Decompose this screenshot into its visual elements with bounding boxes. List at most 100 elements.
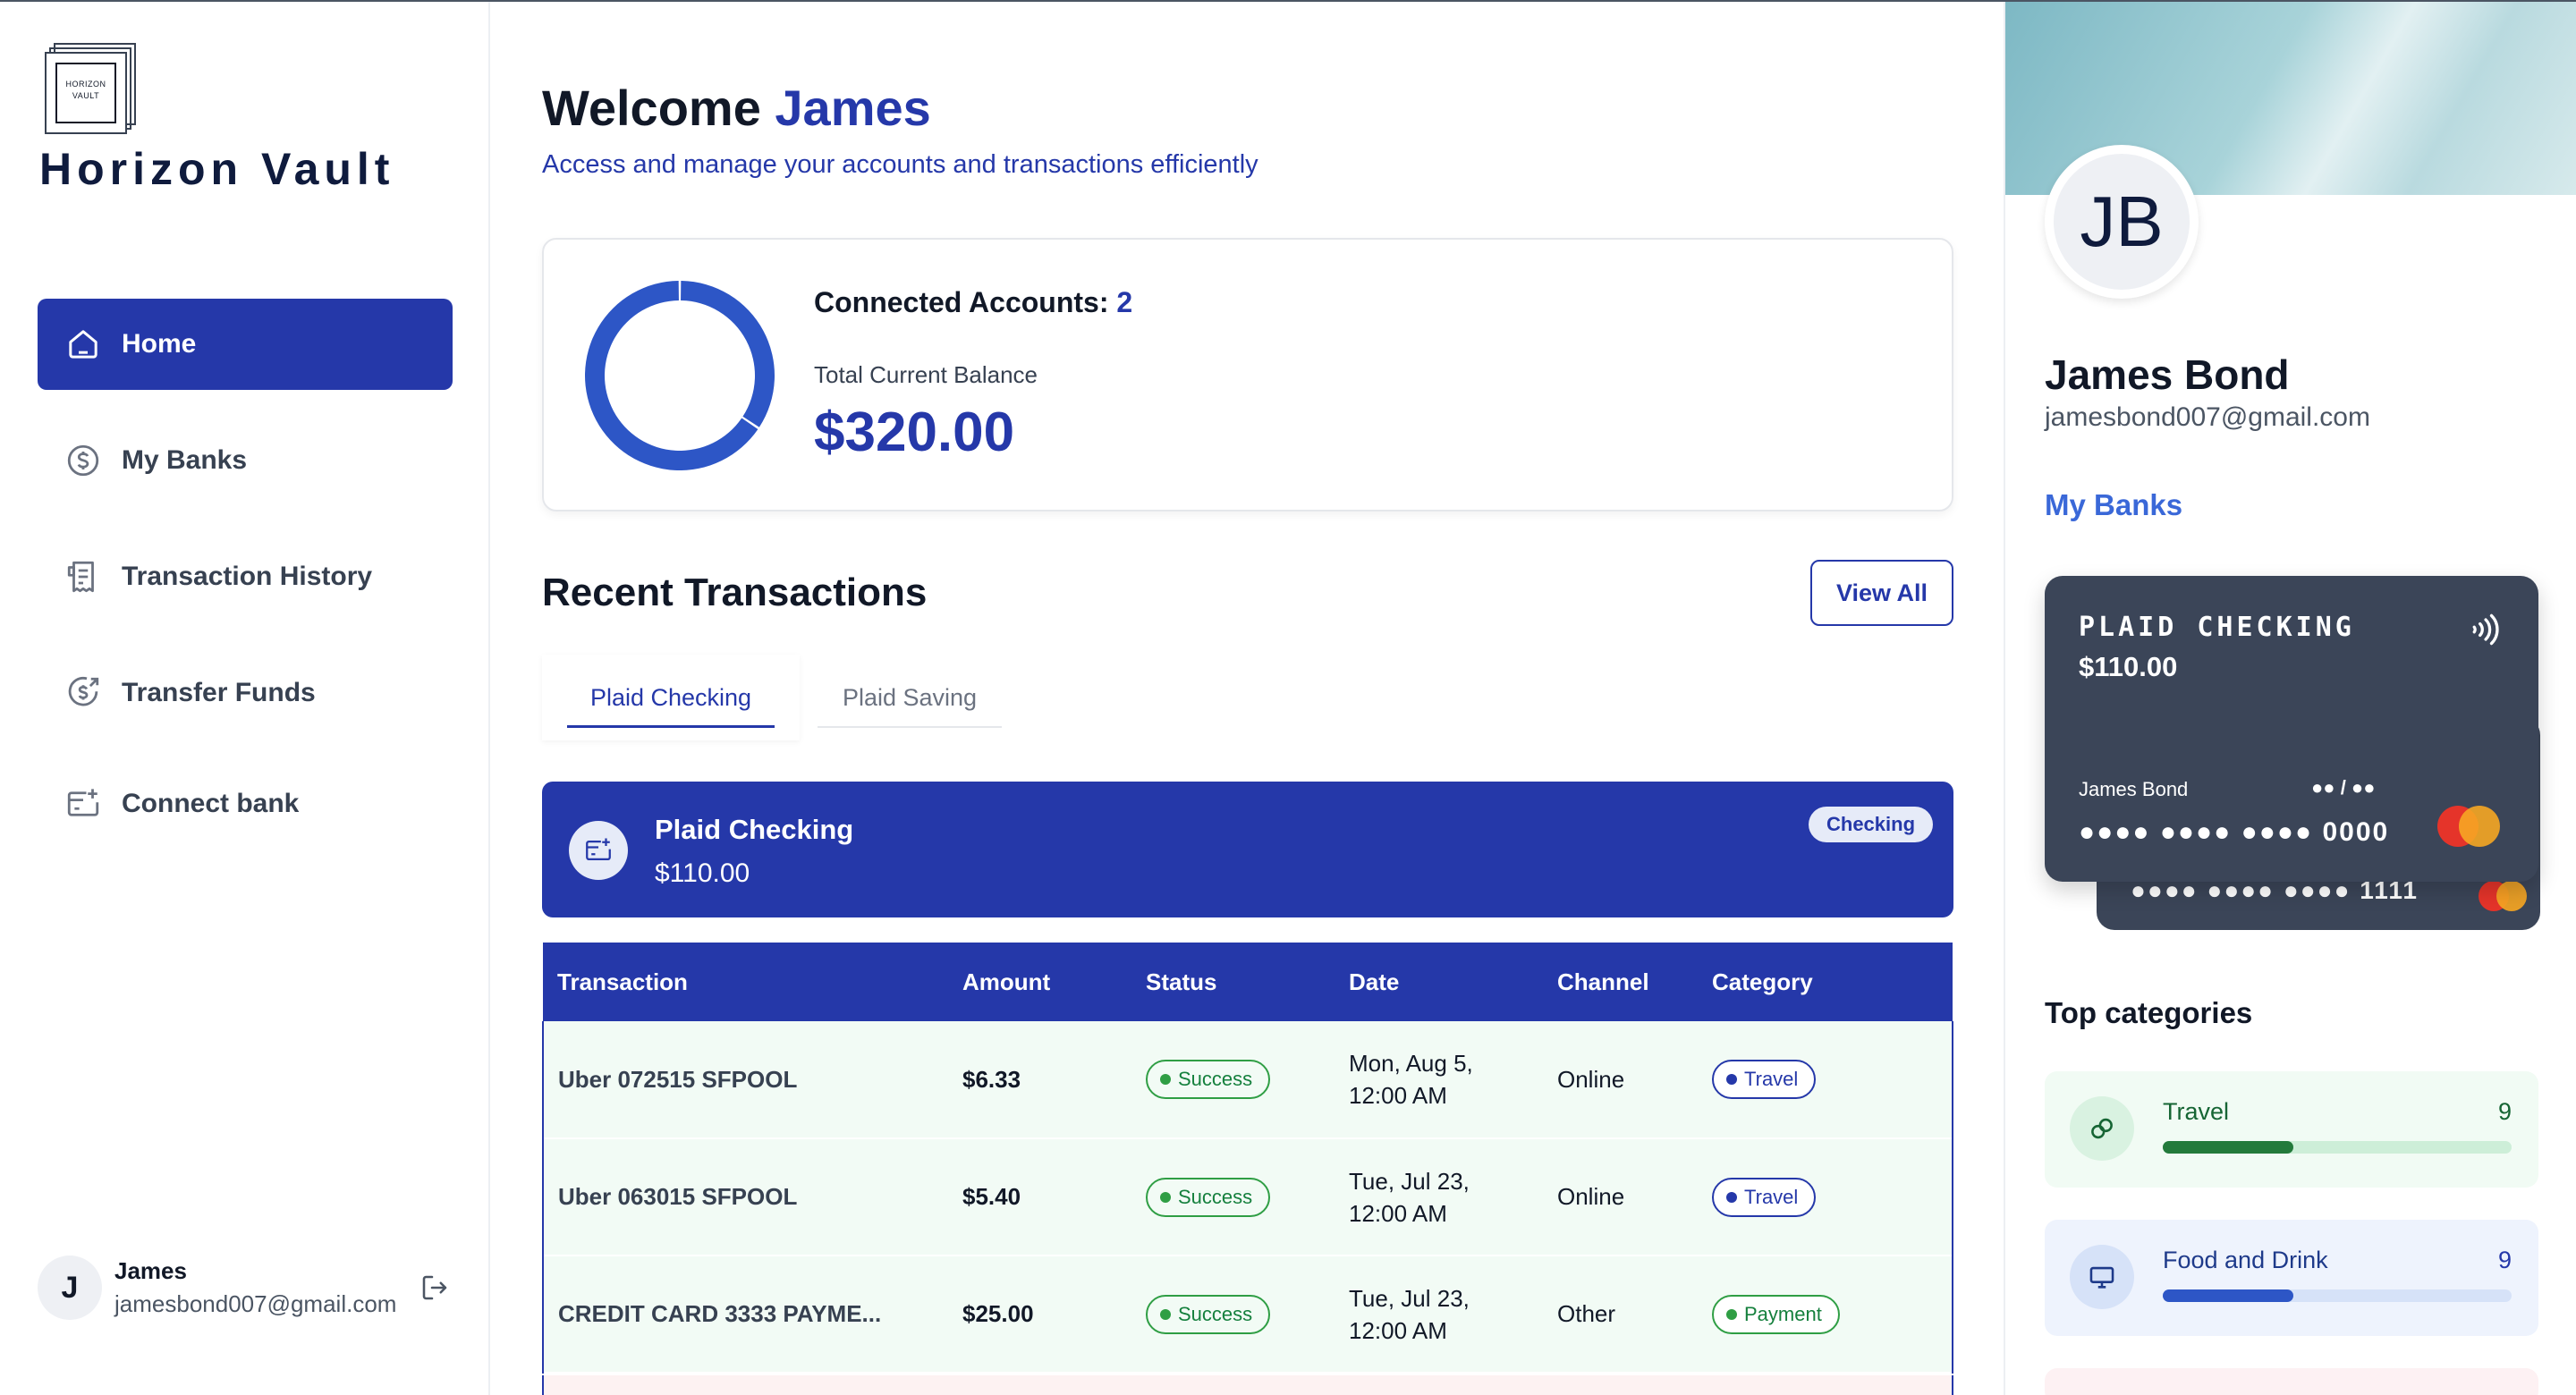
tab-plaid-checking[interactable]: Plaid Checking bbox=[542, 655, 800, 740]
profile-email: jamesbond007@gmail.com bbox=[2045, 402, 2370, 432]
credit-card-icon bbox=[569, 821, 628, 880]
sidebar-item-label: Transfer Funds bbox=[122, 678, 316, 707]
status-badge: Success bbox=[1146, 1294, 1271, 1334]
category-progress-bar bbox=[2163, 1141, 2512, 1154]
view-all-button[interactable]: View All bbox=[1810, 560, 1953, 626]
sidebar: HORIZON VAULT Horizon Vault Home My Bank… bbox=[0, 2, 490, 1395]
column-header-status: Status bbox=[1131, 943, 1335, 1021]
my-banks-title[interactable]: My Banks bbox=[2045, 488, 2182, 522]
total-balance-label: Total Current Balance bbox=[814, 361, 1038, 388]
transaction-channel: Online bbox=[1557, 1065, 1625, 1093]
transaction-date: Tue, Jul 23, 12:00 AM bbox=[1335, 1138, 1543, 1256]
bank-card-primary[interactable]: PLAID CHECKING $110.00 James Bond ●● / ●… bbox=[2045, 576, 2538, 882]
category-name: Travel bbox=[2163, 1098, 2230, 1125]
sidebar-user-name: James bbox=[114, 1257, 187, 1284]
selected-account-banner[interactable]: Plaid Checking $110.00 Checking bbox=[542, 782, 1953, 917]
table-row[interactable]: CREDIT CARD 3333 PAYME... $25.00 Success… bbox=[542, 1256, 1953, 1373]
sidebar-user-info: James jamesbond007@gmail.com bbox=[114, 1257, 396, 1318]
logout-icon[interactable] bbox=[419, 1272, 451, 1304]
category-card-partial bbox=[2045, 1368, 2538, 1395]
table-row-partial bbox=[542, 1375, 1953, 1395]
category-card-travel[interactable]: Travel 9 bbox=[2045, 1071, 2538, 1188]
status-label: Success bbox=[1178, 1068, 1253, 1090]
category-name: Food and Drink bbox=[2163, 1247, 2328, 1273]
logo-mark-text: HORIZON VAULT bbox=[55, 63, 116, 123]
logo-icon: HORIZON VAULT bbox=[45, 43, 140, 138]
table-row[interactable]: Uber 063015 SFPOOL $5.40 Success Tue, Ju… bbox=[542, 1138, 1953, 1256]
tab-plaid-saving[interactable]: Plaid Saving bbox=[818, 655, 1002, 740]
profile-avatar[interactable]: JB bbox=[2045, 145, 2199, 299]
total-balance-card: Connected Accounts: 2 Total Current Bala… bbox=[542, 238, 1953, 512]
category-progress-fill bbox=[2163, 1289, 2294, 1302]
status-badge: Success bbox=[1146, 1060, 1271, 1099]
column-header-category: Category bbox=[1698, 943, 1953, 1021]
sidebar-item-label: Connect bank bbox=[122, 789, 300, 818]
page-title: Welcome James bbox=[542, 79, 931, 137]
welcome-prefix: Welcome bbox=[542, 80, 761, 136]
transaction-category: Travel bbox=[1698, 1021, 1953, 1138]
transaction-name: CREDIT CARD 3333 PAYME... bbox=[542, 1256, 948, 1373]
category-badge: Travel bbox=[1712, 1060, 1817, 1099]
mastercard-icon bbox=[2437, 806, 2500, 847]
status-badge: Success bbox=[1146, 1177, 1271, 1217]
transaction-amount: $5.40 bbox=[962, 1183, 1021, 1210]
category-label: Payment bbox=[1744, 1302, 1822, 1325]
sidebar-item-home[interactable]: Home bbox=[38, 299, 453, 390]
date-line: Tue, Jul 23, bbox=[1349, 1167, 1470, 1195]
status-label: Success bbox=[1178, 1185, 1253, 1208]
card-number: ●●●● ●●●● ●●●● 0000 bbox=[2079, 817, 2390, 847]
column-header-channel: Channel bbox=[1543, 943, 1698, 1021]
transaction-status: Success bbox=[1131, 1138, 1335, 1256]
column-header-date: Date bbox=[1335, 943, 1543, 1021]
account-type-badge: Checking bbox=[1809, 807, 1934, 842]
time-line: 12:00 AM bbox=[1349, 1199, 1447, 1227]
sidebar-item-transfer-funds[interactable]: Transfer Funds bbox=[38, 647, 453, 739]
transaction-amount: $25.00 bbox=[962, 1300, 1034, 1327]
transaction-date: Mon, Aug 5, 12:00 AM bbox=[1335, 1021, 1543, 1138]
category-dot-icon bbox=[1726, 1308, 1737, 1320]
status-dot-icon bbox=[1160, 1191, 1171, 1203]
recent-transactions-title: Recent Transactions bbox=[542, 571, 928, 614]
connected-accounts-label: Connected Accounts: bbox=[814, 286, 1109, 318]
category-progress-bar bbox=[2163, 1289, 2512, 1302]
category-label: Travel bbox=[1744, 1068, 1799, 1090]
sidebar-item-my-banks[interactable]: My Banks bbox=[38, 415, 453, 506]
sidebar-nav: Home My Banks Transaction History Transf… bbox=[38, 299, 453, 875]
transaction-name: Uber 072515 SFPOOL bbox=[542, 1021, 948, 1138]
link-icon bbox=[2070, 1096, 2134, 1161]
money-send-icon bbox=[64, 674, 102, 712]
category-badge: Travel bbox=[1712, 1177, 1817, 1217]
time-line: 12:00 AM bbox=[1349, 1316, 1447, 1344]
time-line: 12:00 AM bbox=[1349, 1082, 1447, 1109]
avatar[interactable]: J bbox=[38, 1256, 102, 1320]
receipt-icon bbox=[64, 558, 102, 596]
balance-donut-chart bbox=[585, 281, 775, 470]
total-balance-amount: $320.00 bbox=[814, 402, 1015, 463]
transaction-amount: $6.33 bbox=[962, 1065, 1021, 1093]
transaction-status: Success bbox=[1131, 1021, 1335, 1138]
date-line: Mon, Aug 5, bbox=[1349, 1050, 1473, 1077]
connected-accounts: Connected Accounts: 2 bbox=[814, 286, 1132, 319]
connect-bank-icon bbox=[64, 785, 102, 823]
category-label: Travel bbox=[1744, 1185, 1799, 1208]
card-holder-name: James Bond bbox=[2079, 778, 2189, 800]
transaction-status: Success bbox=[1131, 1256, 1335, 1373]
profile-name: James Bond bbox=[2045, 351, 2290, 398]
sidebar-item-connect-bank[interactable]: Connect bank bbox=[38, 758, 453, 850]
table-row[interactable]: Uber 072515 SFPOOL $6.33 Success Mon, Au… bbox=[542, 1021, 1953, 1138]
welcome-user-name: James bbox=[775, 80, 931, 136]
profile-panel: JB James Bond jamesbond007@gmail.com My … bbox=[2004, 2, 2576, 1395]
card-balance: $110.00 bbox=[2079, 651, 2178, 682]
category-count: 9 bbox=[2497, 1247, 2512, 1273]
sidebar-item-transaction-history[interactable]: Transaction History bbox=[38, 531, 453, 622]
mastercard-icon bbox=[2479, 881, 2527, 911]
category-card-food-and-drink[interactable]: Food and Drink 9 bbox=[2045, 1220, 2538, 1336]
status-dot-icon bbox=[1160, 1308, 1171, 1320]
card-expiry: ●● / ●● bbox=[2311, 776, 2376, 799]
card-bank-name: PLAID CHECKING bbox=[2079, 612, 2355, 643]
account-tabs: Plaid Checking Plaid Saving bbox=[542, 655, 1002, 740]
monitor-icon bbox=[2070, 1245, 2134, 1309]
dollar-circle-icon bbox=[64, 442, 102, 479]
main-content: Welcome James Access and manage your acc… bbox=[492, 2, 2004, 1395]
sidebar-item-label: Home bbox=[122, 329, 197, 359]
